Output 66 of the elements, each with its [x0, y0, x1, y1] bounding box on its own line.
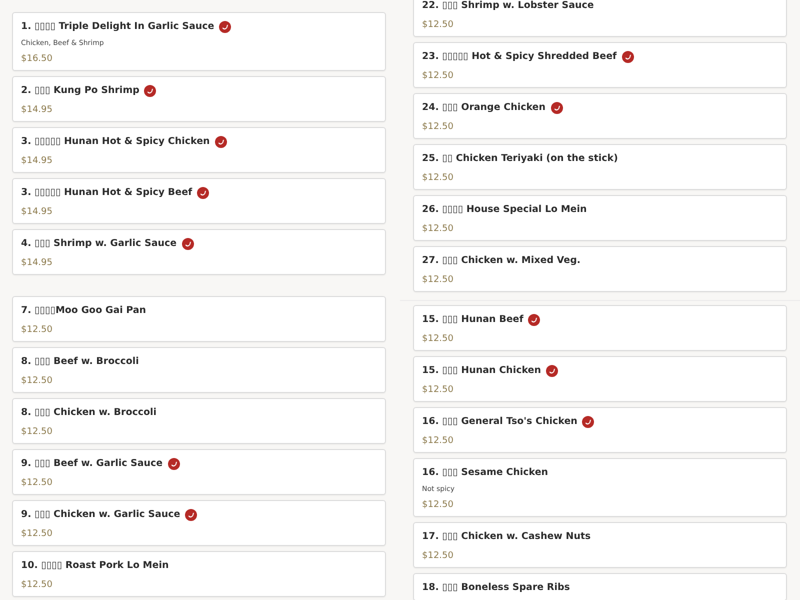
menu-card[interactable]: 8. ▯▯▯ Beef w. Broccoli $12.50 — [12, 347, 386, 393]
dish-price: $16.50 — [21, 53, 54, 66]
dish-price: $12.50 — [422, 70, 454, 83]
dish-price: $12.50 — [422, 333, 454, 346]
dish-price: $14.95 — [21, 206, 54, 219]
dish-name: 2. ▯▯▯ Kung Po Shrimp — [21, 84, 140, 98]
dish-name: 18. ▯▯▯ Boneless Spare Ribs — [422, 581, 570, 595]
menu-card[interactable]: 9. ▯▯▯ Chicken w. Garlic Sauce $12.50 — [12, 500, 386, 546]
dish-name: 24. ▯▯▯ Orange Chicken — [422, 101, 546, 115]
dish-price: $12.50 — [422, 274, 454, 287]
dish-name: 8. ▯▯▯ Beef w. Broccoli — [21, 355, 139, 369]
dish-name: 16. ▯▯▯ Sesame Chicken — [422, 466, 548, 480]
dish-price: $12.50 — [21, 579, 54, 592]
menu-card[interactable]: 22. ▯▯▯ Shrimp w. Lobster Sauce $12.50 — [413, 0, 787, 37]
menu-card[interactable]: 27. ▯▯▯ Chicken w. Mixed Veg. $12.50 — [413, 246, 787, 292]
menu-card[interactable]: 18. ▯▯▯ Boneless Spare Ribs — [413, 573, 787, 600]
menu-card[interactable]: 8. ▯▯▯ Chicken w. Broccoli $12.50 — [12, 398, 386, 444]
dish-price: $12.50 — [21, 324, 54, 337]
dish-name: 23. ▯▯▯▯▯ Hot & Spicy Shredded Beef — [422, 50, 617, 64]
dish-price: $12.50 — [422, 435, 454, 448]
dish-price: $12.50 — [21, 528, 54, 541]
menu-card[interactable]: 15. ▯▯▯ Hunan Chicken $12.50 — [413, 356, 787, 402]
dish-name: 8. ▯▯▯ Chicken w. Broccoli — [21, 406, 157, 420]
menu-card[interactable]: 2. ▯▯▯ Kung Po Shrimp $14.95 — [12, 76, 386, 122]
dish-name: 15. ▯▯▯ Hunan Beef — [422, 313, 524, 327]
dish-name: 10. ▯▯▯▯ Roast Pork Lo Mein — [21, 559, 169, 573]
dish-price: $12.50 — [422, 172, 454, 185]
menu-card[interactable]: 3. ▯▯▯▯▯ Hunan Hot & Spicy Beef $14.95 — [12, 178, 386, 224]
menu-card[interactable]: 10. ▯▯▯▯ Roast Pork Lo Mein $12.50 — [12, 551, 386, 597]
dish-price: $12.50 — [21, 477, 54, 490]
dish-name: 3. ▯▯▯▯▯ Hunan Hot & Spicy Chicken — [21, 135, 210, 149]
dish-name: 27. ▯▯▯ Chicken w. Mixed Veg. — [422, 254, 580, 268]
menu-card[interactable]: 26. ▯▯▯▯ House Special Lo Mein $12.50 — [413, 195, 787, 241]
dish-price: $14.95 — [21, 257, 54, 270]
dish-price: $14.95 — [21, 104, 54, 117]
menu-card[interactable]: 16. ▯▯▯ General Tso's Chicken $12.50 — [413, 407, 787, 453]
menu-card[interactable]: 23. ▯▯▯▯▯ Hot & Spicy Shredded Beef $12.50 — [413, 42, 787, 88]
dish-price: $12.50 — [422, 19, 454, 32]
dish-price: $12.50 — [21, 426, 54, 439]
dish-name: 1. ▯▯▯▯ Triple Delight In Garlic Sauce — [21, 20, 214, 34]
menu-card[interactable]: 17. ▯▯▯ Chicken w. Cashew Nuts $12.50 — [413, 522, 787, 568]
menu-card[interactable]: 4. ▯▯▯ Shrimp w. Garlic Sauce $14.95 — [12, 229, 386, 275]
dish-price: $12.50 — [21, 375, 54, 388]
dish-name: 7. ▯▯▯▯Moo Goo Gai Pan — [21, 304, 146, 318]
menu-card[interactable]: 24. ▯▯▯ Orange Chicken $12.50 — [413, 93, 787, 139]
dish-price: $12.50 — [422, 121, 454, 134]
menu-card[interactable]: 25. ▯▯ Chicken Teriyaki (on the stick) $12.50 — [413, 144, 787, 190]
dish-price: $12.50 — [422, 550, 454, 563]
dish-name: 9. ▯▯▯ Beef w. Garlic Sauce — [21, 457, 163, 471]
menu-card[interactable]: 3. ▯▯▯▯▯ Hunan Hot & Spicy Chicken $14.95 — [12, 127, 386, 173]
dish-name: 22. ▯▯▯ Shrimp w. Lobster Sauce — [422, 0, 594, 13]
dish-name: 26. ▯▯▯▯ House Special Lo Mein — [422, 203, 587, 217]
dish-name: 15. ▯▯▯ Hunan Chicken — [422, 364, 541, 378]
dish-price: $14.95 — [21, 155, 54, 168]
menu-card[interactable]: 15. ▯▯▯ Hunan Beef $12.50 — [413, 305, 787, 351]
dish-name: 17. ▯▯▯ Chicken w. Cashew Nuts — [422, 530, 591, 544]
dish-price: $12.50 — [422, 499, 454, 512]
dish-name: 4. ▯▯▯ Shrimp w. Garlic Sauce — [21, 237, 177, 251]
dish-name: 16. ▯▯▯ General Tso's Chicken — [422, 415, 578, 429]
menu-card[interactable]: 7. ▯▯▯▯Moo Goo Gai Pan $12.50 — [12, 296, 386, 342]
dish-name: 9. ▯▯▯ Chicken w. Garlic Sauce — [21, 508, 180, 522]
menu-card[interactable]: 9. ▯▯▯ Beef w. Garlic Sauce $12.50 — [12, 449, 386, 495]
dish-price: $12.50 — [422, 384, 454, 397]
dish-name: 25. ▯▯ Chicken Teriyaki (on the stick) — [422, 152, 618, 166]
dish-price: $12.50 — [422, 223, 454, 236]
dish-name: 3. ▯▯▯▯▯ Hunan Hot & Spicy Beef — [21, 186, 192, 200]
